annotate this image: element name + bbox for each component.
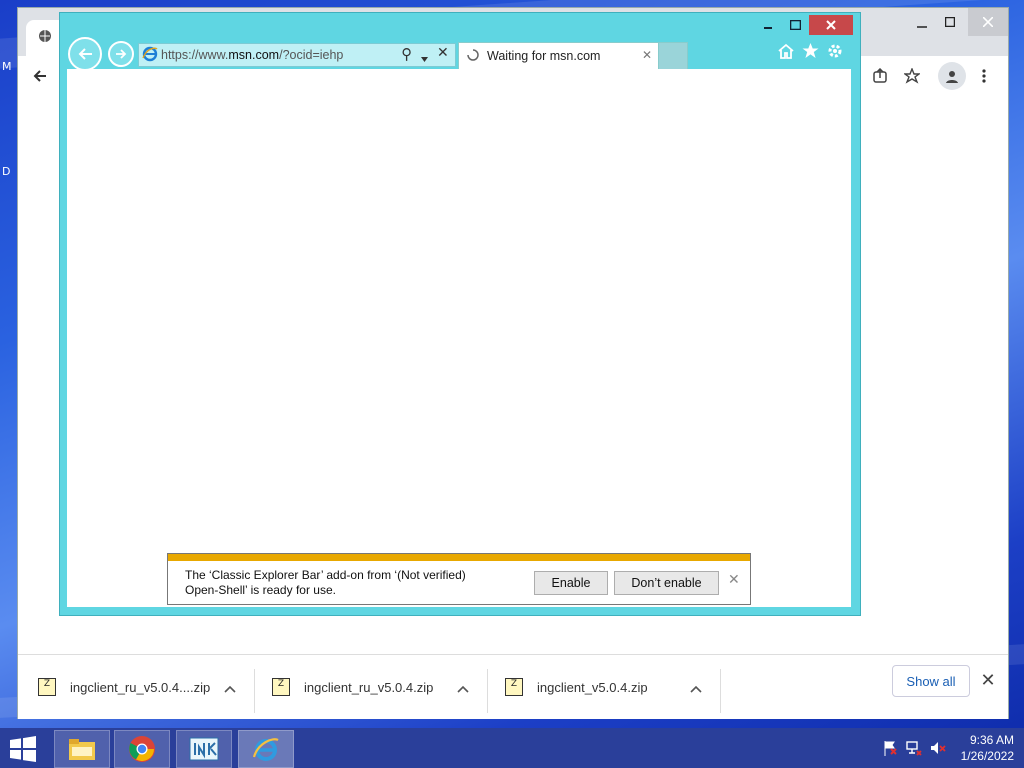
- chrome-icon: [129, 736, 155, 762]
- globe-icon: [38, 29, 52, 46]
- ie-back-button[interactable]: [68, 37, 102, 71]
- ie-address-bar[interactable]: https://www.msn.com/?ocid=iehp ⚲ ✕: [138, 43, 456, 67]
- ie-close-button[interactable]: [809, 15, 853, 35]
- zip-file-icon: Z: [272, 678, 290, 696]
- zip-file-icon: Z: [38, 678, 56, 696]
- more-icon[interactable]: [970, 62, 998, 90]
- download-filename: ingclient_v5.0.4.zip: [537, 679, 648, 695]
- taskbar: 9:36 AM 1/26/2022: [0, 728, 1024, 768]
- notification-message: The ‘Classic Explorer Bar’ add-on from ‘…: [185, 568, 466, 597]
- ie-minimize-button[interactable]: [756, 15, 780, 35]
- chevron-up-icon[interactable]: [690, 682, 702, 696]
- ie-logo-icon: [142, 46, 158, 65]
- downloads-bar: Z ingclient_ru_v5.0.4....zip Z ingclient…: [18, 654, 1008, 719]
- download-item[interactable]: Z ingclient_v5.0.4.zip: [505, 669, 648, 705]
- new-tab-button[interactable]: [658, 42, 688, 70]
- stop-icon[interactable]: ✕: [437, 45, 449, 61]
- divider: [487, 669, 488, 713]
- windows-logo-icon: [10, 736, 36, 762]
- action-center-flag-icon[interactable]: [881, 739, 899, 757]
- divider: [720, 669, 721, 713]
- taskbar-chrome[interactable]: [114, 730, 170, 768]
- taskbar-internet-explorer[interactable]: [238, 730, 294, 768]
- tab-close-icon[interactable]: ✕: [642, 48, 652, 62]
- network-icon[interactable]: [905, 739, 923, 757]
- desktop-letter: M: [2, 60, 12, 73]
- address-url: https://www.msn.com/?ocid=iehp: [161, 48, 344, 62]
- downloads-close-button[interactable]: ✕: [976, 667, 1000, 693]
- taskbar-clock[interactable]: 9:36 AM 1/26/2022: [961, 732, 1014, 764]
- chevron-up-icon[interactable]: [224, 682, 236, 696]
- clock-date: 1/26/2022: [960, 749, 1014, 763]
- tab-title: Waiting for msn.com: [487, 49, 601, 63]
- settings-gear-icon[interactable]: [827, 43, 843, 64]
- ie-page-content: [67, 69, 851, 607]
- system-tray: 9:36 AM 1/26/2022: [881, 728, 1014, 768]
- desktop-letter: D: [2, 165, 11, 178]
- ie-titlebar[interactable]: https://www.msn.com/?ocid=iehp ⚲ ✕ Waiti…: [60, 13, 860, 75]
- enable-button[interactable]: Enable: [534, 571, 608, 595]
- internet-explorer-icon: [252, 738, 279, 761]
- back-arrow-icon[interactable]: [26, 62, 54, 90]
- desktop-icon-labels: M D: [2, 60, 12, 178]
- zip-file-icon: Z: [505, 678, 523, 696]
- chrome-minimize-button[interactable]: [908, 10, 936, 38]
- download-item[interactable]: Z ingclient_ru_v5.0.4....zip: [38, 669, 210, 705]
- ie-forward-button[interactable]: [108, 41, 134, 67]
- ie-window: https://www.msn.com/?ocid=iehp ⚲ ✕ Waiti…: [59, 12, 861, 616]
- clock-time: 9:36 AM: [969, 733, 1014, 747]
- chrome-maximize-button[interactable]: [936, 8, 964, 36]
- share-icon[interactable]: [866, 62, 894, 90]
- home-icon[interactable]: [778, 43, 794, 64]
- chrome-close-button[interactable]: [968, 8, 1008, 36]
- ie-tab[interactable]: Waiting for msn.com ✕: [458, 42, 659, 70]
- ink-app-icon: [189, 737, 219, 761]
- addon-notification-bar: The ‘Classic Explorer Bar’ add-on from ‘…: [167, 553, 751, 605]
- notification-accent: [168, 554, 750, 561]
- notification-close-icon[interactable]: ✕: [728, 572, 740, 588]
- volume-muted-icon[interactable]: [929, 739, 947, 757]
- download-filename: ingclient_ru_v5.0.4....zip: [70, 679, 211, 695]
- ie-maximize-button[interactable]: [782, 15, 808, 35]
- download-filename: ingclient_ru_v5.0.4.zip: [304, 679, 434, 695]
- file-explorer-icon: [69, 739, 95, 760]
- start-button[interactable]: [8, 736, 38, 762]
- dropdown-icon[interactable]: [421, 51, 428, 65]
- star-icon[interactable]: [898, 62, 926, 90]
- show-all-button[interactable]: Show all: [892, 665, 970, 697]
- taskbar-file-explorer[interactable]: [54, 730, 110, 768]
- chevron-up-icon[interactable]: [457, 682, 469, 696]
- download-item[interactable]: Z ingclient_ru_v5.0.4.zip: [272, 669, 433, 705]
- favorites-star-icon[interactable]: [802, 43, 819, 64]
- dont-enable-button[interactable]: Don’t enable: [614, 571, 719, 595]
- search-icon[interactable]: ⚲: [401, 45, 412, 63]
- loading-spinner-icon: [467, 48, 479, 64]
- taskbar-ink-app[interactable]: [176, 730, 232, 768]
- divider: [254, 669, 255, 713]
- profile-icon[interactable]: [938, 62, 966, 90]
